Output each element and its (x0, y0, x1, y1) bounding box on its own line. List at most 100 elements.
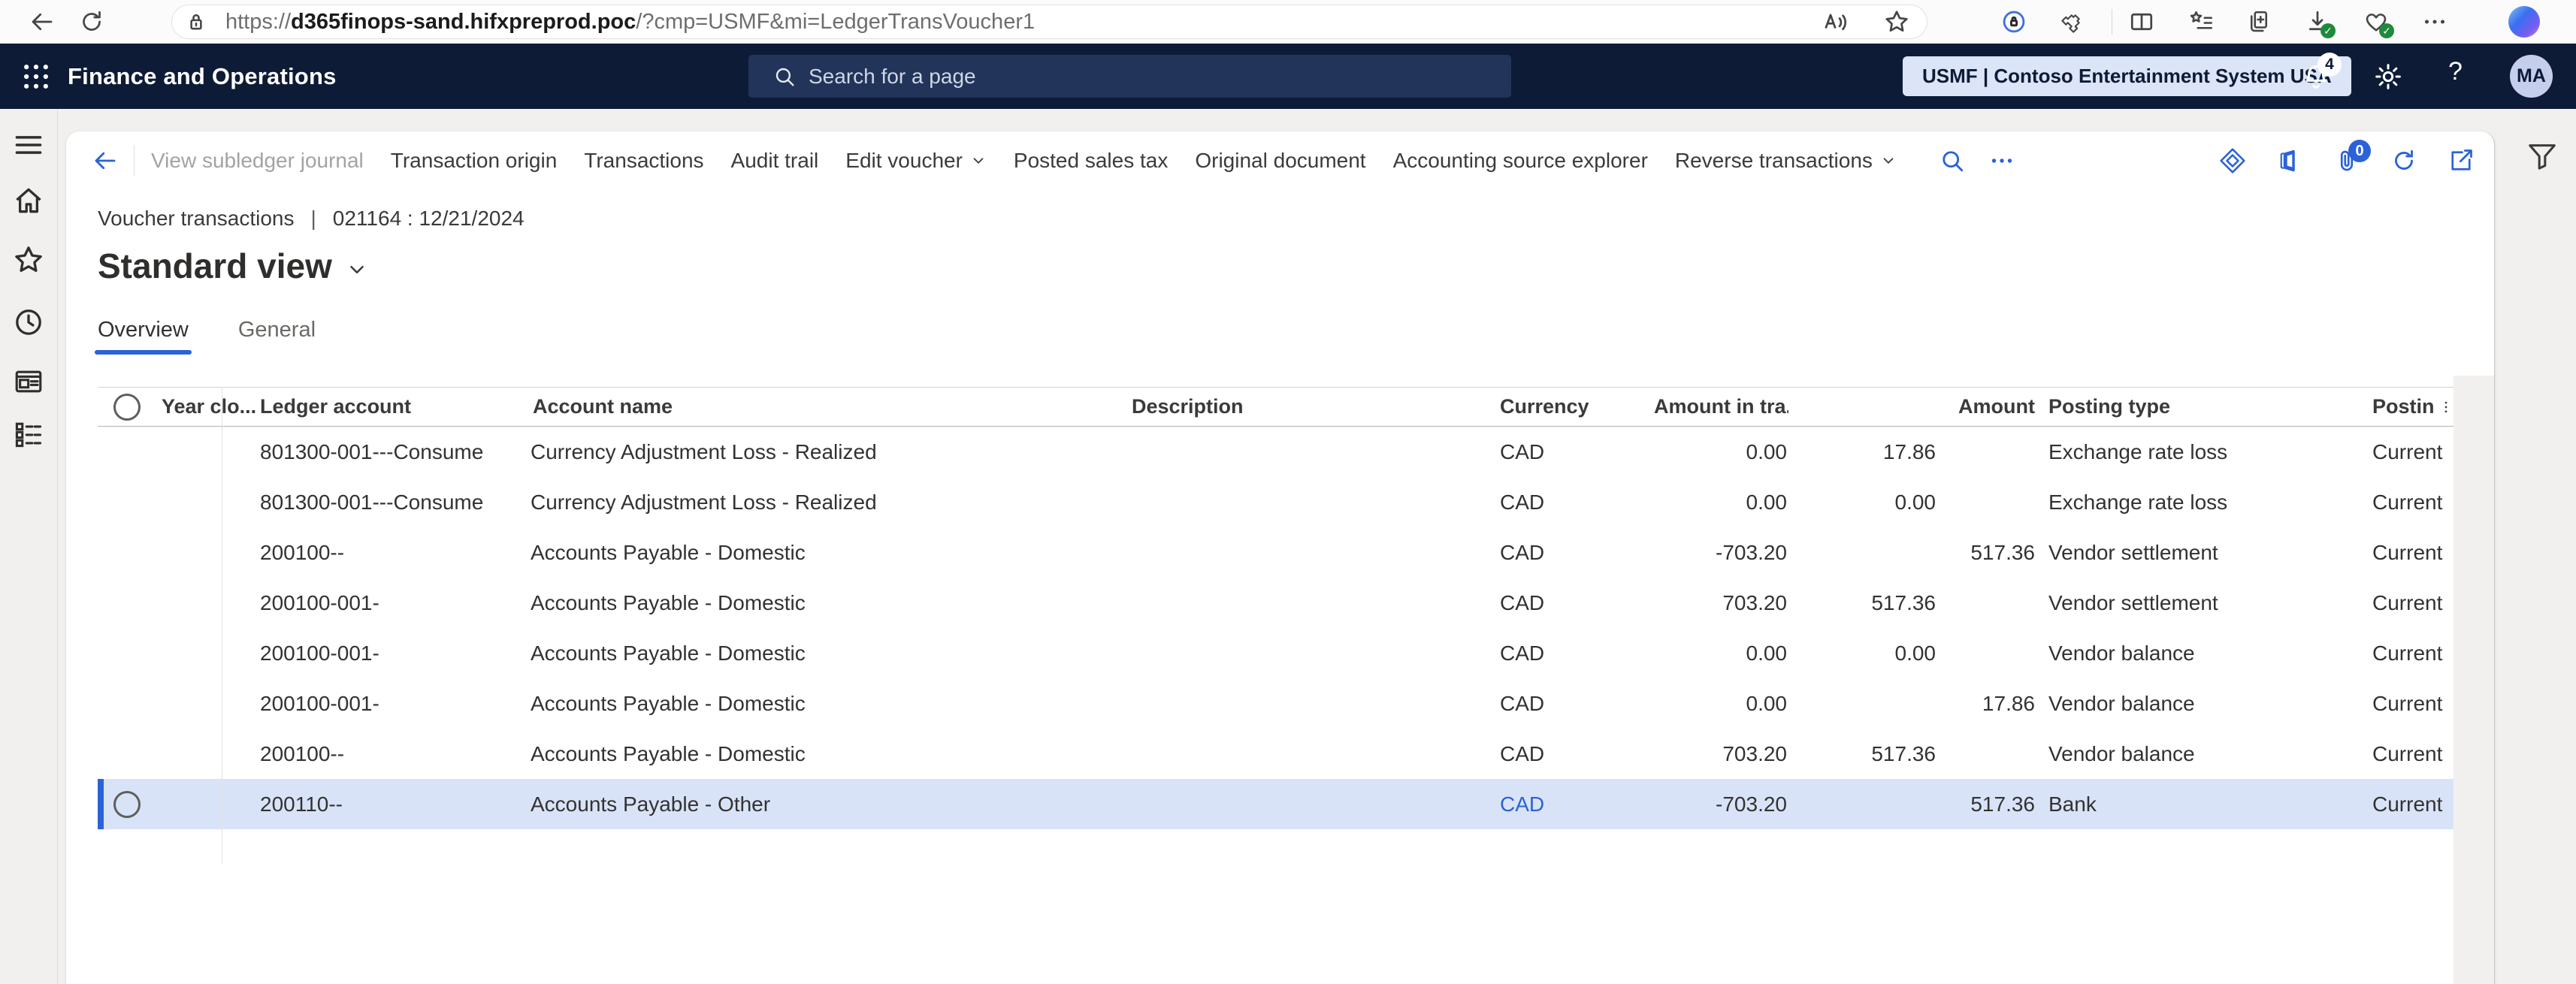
add-to-collection-icon[interactable] (2245, 8, 2272, 35)
cell-amount-in-transaction[interactable]: 703.20 (1649, 729, 1788, 779)
row-select-cell[interactable] (98, 628, 156, 678)
cell-amount[interactable]: 517.36 (1937, 779, 2036, 829)
cell-ledger-account[interactable]: 200110-- (255, 779, 526, 829)
cell-ledger-account[interactable]: 801300-001---Consume (255, 427, 526, 477)
cell-description[interactable] (1127, 729, 1495, 779)
cell-amount[interactable]: 17.86 (1937, 678, 2036, 729)
cell-amount[interactable] (1788, 678, 1937, 729)
company-selector[interactable]: USMF | Contoso Entertainment System USA (1903, 56, 2351, 96)
cell-amount[interactable] (1788, 527, 1937, 578)
cell-amount[interactable] (1937, 628, 2036, 678)
cell-amount[interactable]: 0.00 (1788, 477, 1937, 527)
cell-currency[interactable]: CAD (1495, 628, 1649, 678)
cell-posting-layer[interactable]: Current (2360, 729, 2454, 779)
cell-amount-in-transaction[interactable]: 0.00 (1649, 678, 1788, 729)
cell-amount[interactable] (1937, 427, 2036, 477)
cell-ledger-account[interactable]: 200100-001- (255, 578, 526, 628)
more-commands-icon[interactable] (1988, 147, 2015, 174)
cell-posting-type[interactable]: Vendor balance (2036, 678, 2360, 729)
table-row[interactable]: 801300-001---ConsumeCurrency Adjustment … (98, 427, 2454, 477)
grid-cell[interactable] (156, 477, 255, 527)
cell-currency[interactable]: CAD (1495, 477, 1649, 527)
workspaces-icon[interactable] (12, 365, 45, 398)
cell-amount-in-transaction[interactable]: -703.20 (1649, 779, 1788, 829)
cell-amount[interactable]: 517.36 (1937, 527, 2036, 578)
cell-description[interactable] (1127, 578, 1495, 628)
tab-overview[interactable]: Overview (98, 318, 189, 355)
cell-description[interactable] (1127, 628, 1495, 678)
cell-account-name[interactable]: Accounts Payable - Domestic (526, 527, 1127, 578)
cell-posting-layer[interactable]: Current (2360, 578, 2454, 628)
office-apps-icon[interactable] (2276, 147, 2303, 174)
cell-ledger-account[interactable]: 200100-- (255, 729, 526, 779)
home-icon[interactable] (12, 184, 45, 217)
col-account-name[interactable]: Account name (526, 388, 1127, 426)
collections-icon[interactable] (2188, 8, 2215, 35)
copilot-icon[interactable] (2508, 6, 2540, 38)
password-manager-icon[interactable] (2000, 8, 2027, 35)
cell-posting-type[interactable]: Vendor balance (2036, 729, 2360, 779)
action-search-icon[interactable] (1939, 147, 1966, 174)
row-select-cell[interactable] (98, 477, 156, 527)
cell-account-name[interactable]: Accounts Payable - Domestic (526, 729, 1127, 779)
attachments-paperclip-icon[interactable]: 0 (2333, 147, 2360, 174)
cell-posting-layer[interactable]: Current (2360, 477, 2454, 527)
cell-amount[interactable]: 0.00 (1788, 628, 1937, 678)
grid-cell[interactable] (156, 779, 255, 829)
cell-amount[interactable] (1937, 477, 2036, 527)
breadcrumb-page[interactable]: Voucher transactions (98, 207, 295, 231)
grid-cell[interactable] (156, 427, 255, 477)
cell-ledger-account[interactable]: 200100-001- (255, 628, 526, 678)
cell-description[interactable] (1127, 527, 1495, 578)
cell-amount[interactable] (1937, 578, 2036, 628)
cell-amount[interactable]: 17.86 (1788, 427, 1937, 477)
table-row[interactable]: 200100-001-Accounts Payable - DomesticCA… (98, 678, 2454, 729)
hamburger-menu-icon[interactable] (12, 128, 45, 161)
cell-amount[interactable]: 517.36 (1788, 729, 1937, 779)
cell-currency[interactable]: CAD (1495, 427, 1649, 477)
row-select-cell[interactable] (98, 527, 156, 578)
read-aloud-icon[interactable] (1822, 8, 1849, 35)
grid-cell[interactable] (156, 729, 255, 779)
cell-description[interactable] (1127, 779, 1495, 829)
row-select-cell[interactable] (98, 427, 156, 477)
col-amount-in-transaction[interactable]: Amount in tra... (1649, 388, 1788, 426)
power-apps-icon[interactable] (2219, 147, 2246, 174)
app-launcher-waffle-icon[interactable] (20, 60, 53, 93)
downloads-icon[interactable]: ✓ (2304, 8, 2331, 35)
cell-amount-in-transaction[interactable]: 703.20 (1649, 578, 1788, 628)
tab-general[interactable]: General (238, 318, 316, 355)
cell-account-name[interactable]: Accounts Payable - Domestic (526, 578, 1127, 628)
cell-currency[interactable]: CAD (1495, 578, 1649, 628)
action-original-document[interactable]: Original document (1195, 149, 1365, 173)
extensions-icon[interactable] (2059, 8, 2086, 35)
cell-posting-type[interactable]: Vendor settlement (2036, 527, 2360, 578)
col-posting-type[interactable]: Posting type (2036, 388, 2360, 426)
column-options-icon[interactable] (2438, 394, 2454, 420)
split-screen-icon[interactable] (2128, 8, 2155, 35)
cell-ledger-account[interactable]: 801300-001---Consume (255, 477, 526, 527)
grid-cell[interactable] (156, 578, 255, 628)
settings-gear-icon[interactable] (2373, 62, 2403, 92)
page-back-icon[interactable] (92, 147, 119, 174)
cell-amount[interactable] (1788, 779, 1937, 829)
cell-ledger-account[interactable]: 200100-- (255, 527, 526, 578)
browser-refresh-icon[interactable] (78, 8, 105, 35)
refresh-icon[interactable] (2390, 147, 2417, 174)
search-input[interactable] (809, 65, 1410, 89)
global-search[interactable] (748, 55, 1511, 98)
grid-cell[interactable] (156, 678, 255, 729)
cell-account-name[interactable]: Accounts Payable - Domestic (526, 678, 1127, 729)
favorites-star-icon[interactable] (12, 243, 45, 276)
table-row[interactable]: 200100-001-Accounts Payable - DomesticCA… (98, 628, 2454, 678)
grid-scrollbar-gutter[interactable] (2454, 376, 2494, 984)
cell-posting-layer[interactable]: Current (2360, 628, 2454, 678)
cell-posting-layer[interactable]: Current (2360, 527, 2454, 578)
col-ledger-account[interactable]: Ledger account (255, 388, 526, 426)
view-title[interactable]: Standard view (98, 246, 368, 286)
table-row[interactable]: 200100--Accounts Payable - DomesticCAD70… (98, 729, 2454, 779)
cell-description[interactable] (1127, 477, 1495, 527)
cell-amount-in-transaction[interactable]: 0.00 (1649, 628, 1788, 678)
row-select-cell[interactable] (98, 729, 156, 779)
cell-description[interactable] (1127, 427, 1495, 477)
